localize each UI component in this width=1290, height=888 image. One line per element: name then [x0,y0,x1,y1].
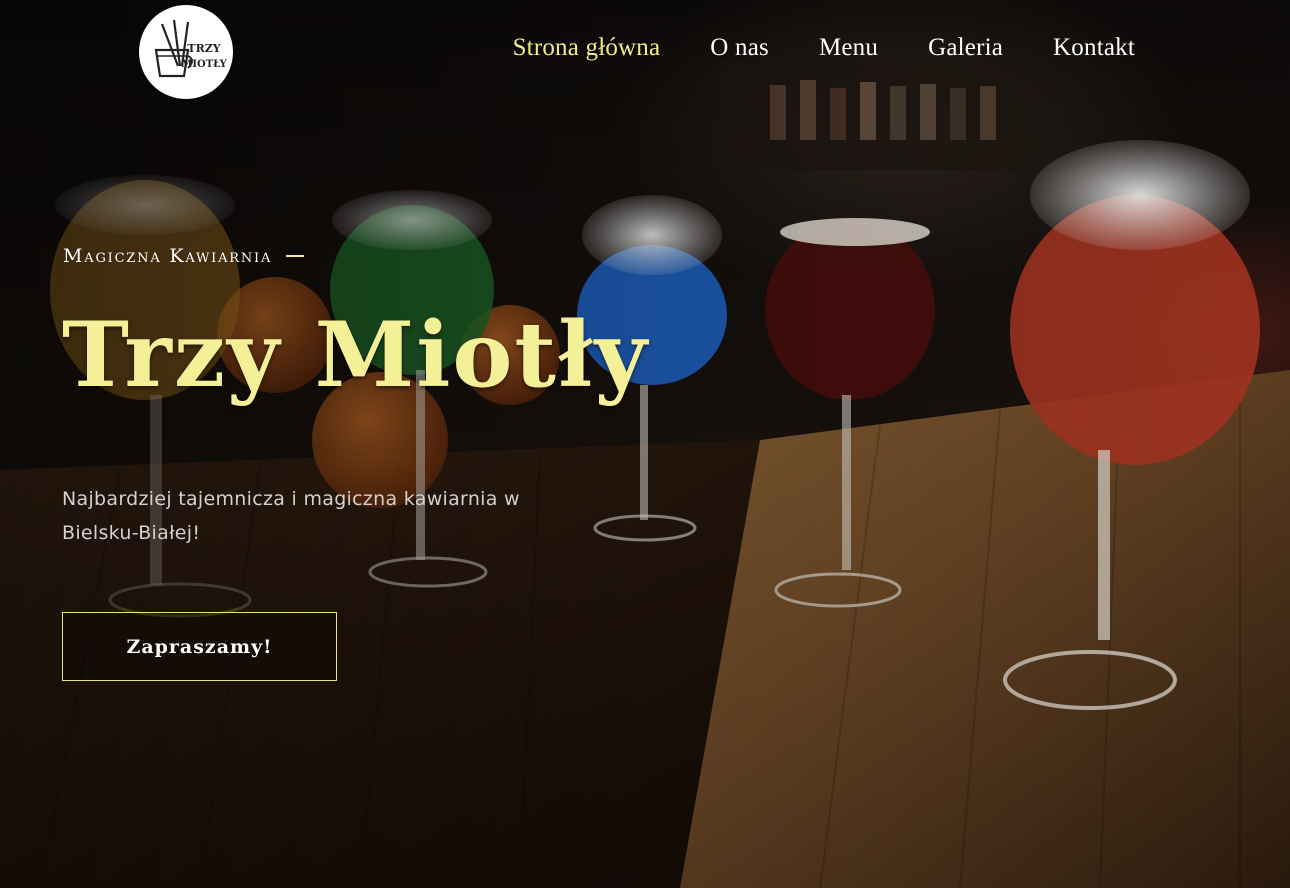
nav-link-home[interactable]: Strona główna [513,34,661,62]
hero-subtitle: Najbardziej tajemnicza i magiczna kawiar… [62,488,520,544]
site-logo[interactable]: TRZY MIOTŁY [139,5,233,99]
svg-text:TRZY: TRZY [187,42,220,55]
eyebrow-dash [286,255,305,257]
nav-link-gallery[interactable]: Galeria [928,34,1003,62]
hero-title: Trzy Miotły [62,302,649,408]
dark-overlay [0,0,1290,888]
broom-cup-logo-icon: TRZY MIOTŁY [146,12,228,92]
main-navigation: Strona główna O nas Menu Galeria Kontakt [513,34,1135,62]
nav-link-contact[interactable]: Kontakt [1053,34,1135,62]
invite-button[interactable]: Zapraszamy! [62,612,337,681]
svg-text:MIOTŁY: MIOTŁY [181,59,227,70]
hero-eyebrow: Magiczna Kawiarnia [63,245,305,267]
nav-link-menu[interactable]: Menu [819,34,878,62]
hero-eyebrow-text: Magiczna Kawiarnia [63,245,273,267]
nav-link-about[interactable]: O nas [710,34,769,62]
hero-background [0,0,1290,888]
